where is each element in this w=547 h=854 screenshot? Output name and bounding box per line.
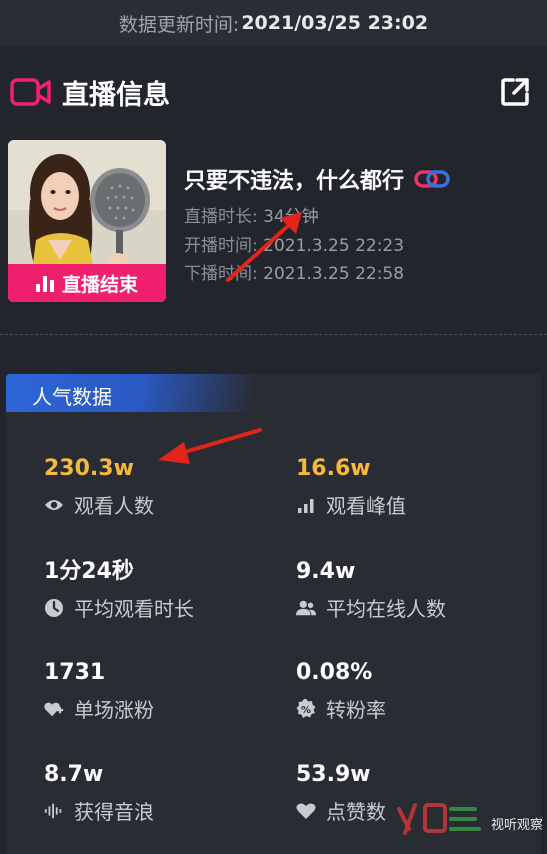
page-title: 直播信息: [62, 79, 170, 111]
stat-avg-online: 9.4w 平均在线人数: [296, 557, 446, 622]
annotation-arrow-2: [158, 428, 262, 464]
stat-new-followers: 1731 单场涨粉: [44, 658, 154, 723]
stat-value: 8.7w: [44, 762, 104, 787]
bar-chart-icon: [296, 495, 316, 515]
live-ended-label: 直播结束: [61, 273, 138, 296]
stat-value: 1分24秒: [44, 559, 134, 584]
stat-label: 单场涨粉: [74, 698, 154, 722]
stat-sound-waves: 8.7w 获得音浪: [44, 760, 154, 825]
stat-label: 观看峰值: [326, 494, 406, 518]
update-time-bar: 数据更新时间: 2021/03/25 23:02: [0, 0, 547, 46]
tab-popularity[interactable]: 人气数据: [6, 374, 252, 412]
live-bars-icon: [35, 274, 54, 292]
heart-icon: [296, 801, 316, 821]
sound-wave-icon: [44, 801, 64, 821]
stream-thumbnail[interactable]: 直播结束: [8, 140, 166, 302]
annotation-arrow: [226, 212, 302, 282]
stat-peak-viewers: 16.6w 观看峰值: [296, 454, 406, 519]
stat-value: 53.9w: [296, 762, 371, 787]
clock-icon: [44, 598, 64, 618]
stat-label: 观看人数: [74, 494, 154, 518]
section-divider: [0, 334, 547, 335]
update-time-value: 2021/03/25 23:02: [241, 12, 429, 34]
update-time-label: 数据更新时间:: [118, 13, 240, 36]
stat-value: 230.3w: [44, 456, 134, 481]
video-camera-icon: [10, 77, 52, 107]
watermark-text: 视听观察: [490, 818, 543, 833]
heart-plus-icon: [44, 699, 64, 719]
live-ended-badge: 直播结束: [8, 264, 166, 302]
watermark: 视听观察: [395, 799, 543, 848]
eye-icon: [44, 495, 64, 515]
stream-title-text: 只要不违法，什么都行: [184, 169, 405, 194]
link-icon[interactable]: [414, 168, 450, 190]
percent-badge-icon: %: [296, 698, 316, 719]
stat-value: 16.6w: [296, 456, 371, 481]
stat-avg-watch-time: 1分24秒 平均观看时长: [44, 557, 194, 622]
stat-viewers: 230.3w 观看人数: [44, 454, 154, 519]
stat-label: 转粉率: [326, 698, 386, 722]
stat-value: 9.4w: [296, 559, 356, 584]
stat-label: 获得音浪: [74, 800, 154, 824]
stat-label: 点赞数: [326, 800, 386, 824]
popularity-panel: 人气数据 230.3w 观看人数 16.6w 观看峰值 1分24秒 平均观看时长…: [6, 374, 541, 854]
stat-conversion-rate: 0.08% % 转粉率: [296, 658, 386, 723]
live-info-header: 直播信息: [10, 70, 537, 114]
stat-label: 平均在线人数: [326, 597, 446, 621]
users-icon: [296, 598, 316, 618]
stat-likes: 53.9w 点赞数: [296, 760, 386, 825]
stat-label: 平均观看时长: [74, 597, 194, 621]
tab-popularity-label: 人气数据: [32, 385, 112, 409]
svg-text:%: %: [301, 705, 311, 716]
watermark-logo: [395, 799, 485, 848]
stat-value: 1731: [44, 660, 106, 685]
stream-title: 只要不违法，什么都行: [184, 163, 450, 195]
external-link-icon[interactable]: [499, 76, 531, 108]
stat-value: 0.08%: [296, 660, 373, 685]
